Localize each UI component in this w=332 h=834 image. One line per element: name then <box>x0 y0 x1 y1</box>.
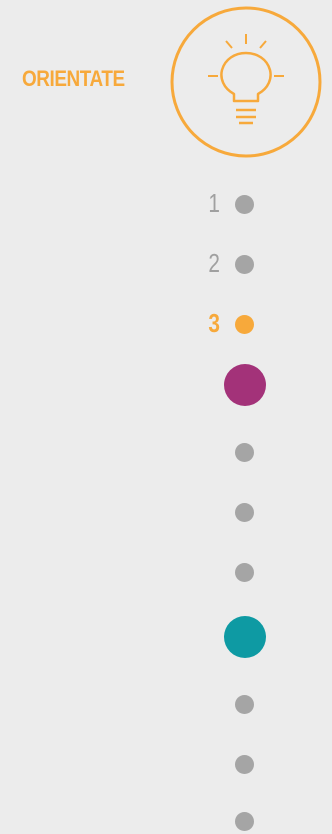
lightbulb-icon <box>170 6 322 158</box>
step-dot-2[interactable] <box>235 255 254 274</box>
step-dot-3-active[interactable] <box>235 315 254 334</box>
step-dot[interactable] <box>235 503 254 522</box>
step-dot[interactable] <box>235 755 254 774</box>
step-number-2: 2 <box>208 248 220 278</box>
step-dot-1[interactable] <box>235 195 254 214</box>
stage-label: ORIENTATE <box>22 66 125 91</box>
step-dot[interactable] <box>235 812 254 831</box>
progress-sidebar: ORIENTATE 1 2 3 <box>0 0 332 834</box>
step-dot[interactable] <box>235 695 254 714</box>
milestone-dot-purple[interactable] <box>224 364 266 406</box>
step-number-1: 1 <box>208 188 220 218</box>
step-dot[interactable] <box>235 443 254 462</box>
milestone-dot-teal[interactable] <box>224 616 266 658</box>
step-dot[interactable] <box>235 563 254 582</box>
step-number-3: 3 <box>208 308 220 338</box>
